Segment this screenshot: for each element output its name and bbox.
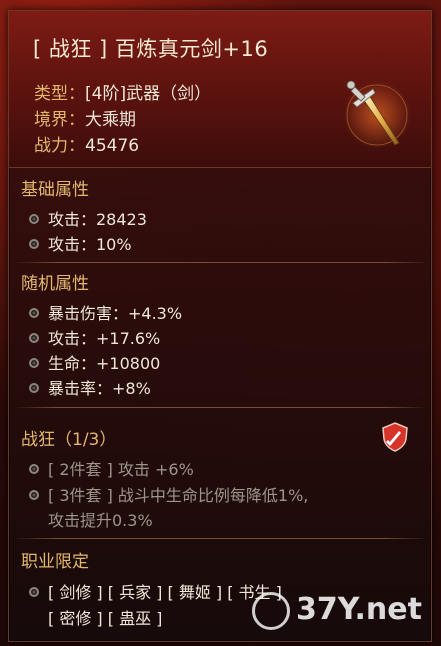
class-limit-section: 职业限定 [21, 547, 421, 572]
random-attributes-title: 随机属性 [21, 274, 89, 294]
item-power: 战力：45476 [34, 131, 139, 156]
divider [17, 262, 425, 263]
item-tooltip: [ 战狂 ] 百炼真元剑+16 类型：[4阶]武器（剑） 境界：大乘期 战力：4… [8, 10, 432, 642]
random-attr-row: 暴击率：+8% [29, 375, 151, 399]
class-limit-row: [ 剑修 ] [ 兵家 ] [ 舞姬 ] [ 书生 ] [29, 579, 282, 603]
bullet-icon [29, 239, 39, 249]
set-bonus-section: 战狂（1/3） [21, 425, 421, 450]
bullet-icon [29, 214, 39, 224]
bullet-icon [29, 383, 39, 393]
shield-sword-icon [382, 422, 408, 452]
class-limit-title: 职业限定 [21, 552, 89, 572]
power-value: 45476 [85, 136, 140, 156]
bullet-icon [29, 587, 39, 597]
divider [17, 407, 425, 408]
random-attr-row: 生命：+10800 [29, 350, 160, 374]
type-value: [4阶]武器（剑） [85, 84, 212, 104]
watermark-logo-icon [252, 592, 290, 630]
item-header: [ 战狂 ] 百炼真元剑+16 类型：[4阶]武器（剑） 境界：大乘期 战力：4… [9, 11, 431, 168]
class-limit-row-continued: [ 密修 ] [ 蛊巫 ] [48, 609, 163, 628]
base-attributes-title: 基础属性 [21, 180, 89, 200]
divider [17, 538, 425, 539]
bullet-icon [29, 464, 39, 474]
bullet-icon [29, 358, 39, 368]
bullet-icon [29, 490, 39, 500]
set-bonus-row: [ 3件套 ] 战斗中生命比例每降低1%, [29, 482, 308, 506]
set-bonus-row-continued: 攻击提升0.3% [48, 511, 153, 530]
site-watermark: 37Y.net [252, 588, 432, 638]
bullet-icon [29, 308, 39, 318]
base-attributes-section: 基础属性 [21, 175, 421, 200]
set-bonus-row: [ 2件套 ] 攻击 +6% [29, 456, 194, 480]
random-attr-row: 暴击伤害：+4.3% [29, 300, 182, 324]
realm-value: 大乘期 [85, 110, 136, 130]
item-title: [ 战狂 ] 百炼真元剑+16 [33, 37, 269, 61]
watermark-text: 37Y.net [296, 592, 422, 627]
item-realm: 境界：大乘期 [34, 105, 136, 130]
random-attributes-section: 随机属性 [21, 269, 421, 294]
realm-label: 境界： [34, 110, 85, 130]
set-bonus-title: 战狂（1/3） [21, 430, 117, 450]
power-label: 战力： [34, 136, 85, 156]
type-label: 类型： [34, 84, 85, 104]
item-type: 类型：[4阶]武器（剑） [34, 79, 211, 104]
base-attr-row: 攻击：10% [29, 231, 132, 255]
random-attr-row: 攻击：+17.6% [29, 325, 160, 349]
bullet-icon [29, 333, 39, 343]
sword-icon [343, 80, 411, 149]
base-attr-row: 攻击：28423 [29, 206, 147, 230]
